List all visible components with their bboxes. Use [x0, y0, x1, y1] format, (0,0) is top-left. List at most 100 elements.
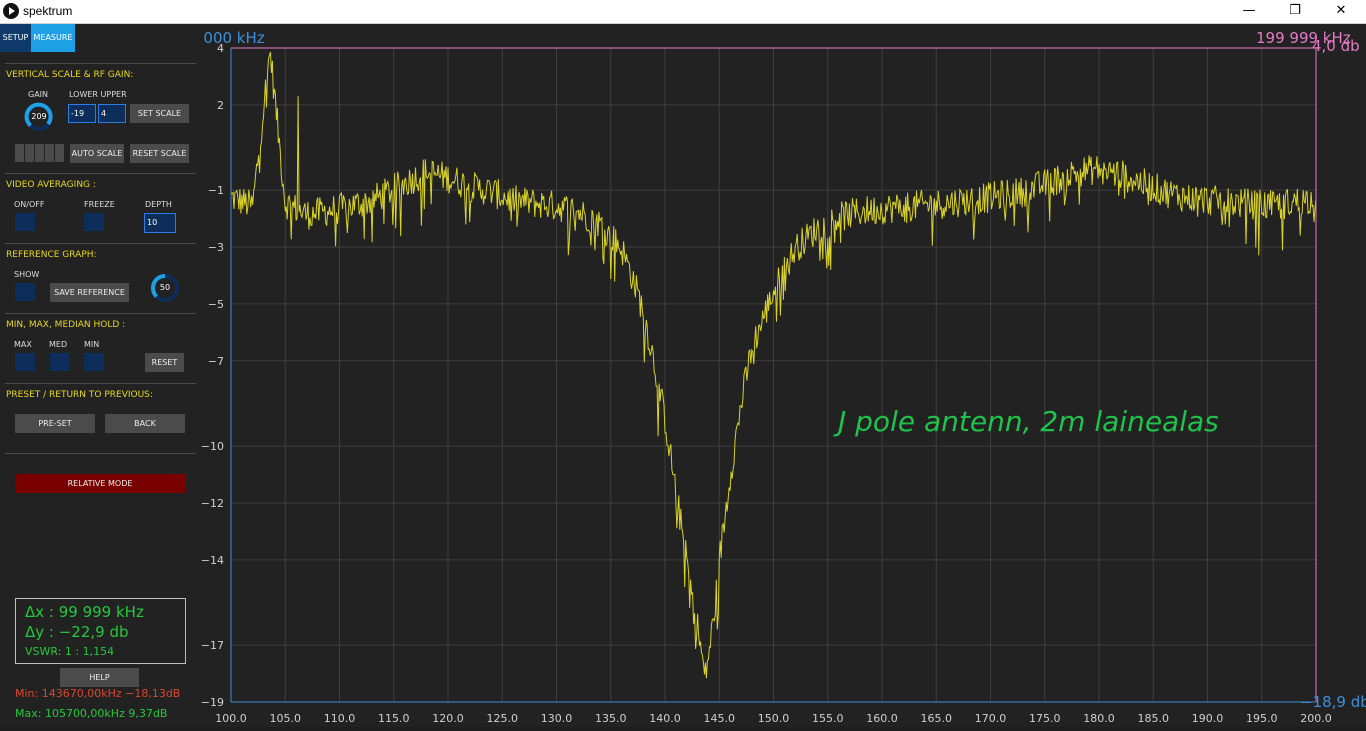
- x-tick-label: 140.0: [649, 712, 681, 725]
- gain-knob[interactable]: 209: [24, 102, 54, 132]
- x-tick-label: 100.0: [215, 712, 247, 725]
- reset-scale-button[interactable]: RESET SCALE: [130, 144, 189, 163]
- x-tick-labels: 100.0 105.0 110.0 115.0 120.0 125.0 130.0 135.0…: [215, 712, 1332, 725]
- x-tick-label: 155.0: [812, 712, 844, 725]
- max-label: MAX: [14, 340, 32, 349]
- hold-reset-button[interactable]: RESET: [145, 353, 184, 372]
- min-hold-checkbox[interactable]: [84, 353, 104, 371]
- y-tick-label: −12: [201, 497, 224, 510]
- divider: [5, 383, 196, 384]
- averaging-onoff-checkbox[interactable]: [15, 213, 35, 231]
- x-tick-label: 195.0: [1246, 712, 1278, 725]
- y-tick-label: −1: [208, 184, 224, 197]
- x-tick-label: 105.0: [270, 712, 302, 725]
- tab-setup[interactable]: SETUP: [0, 24, 31, 52]
- x-tick-label: 175.0: [1029, 712, 1061, 725]
- delta-y: Δy : −22,9 db: [25, 623, 129, 641]
- max-hold-checkbox[interactable]: [15, 353, 35, 371]
- spectrum-area: 4 2 −1 −3 −5 −7 −10 −12 −14 −17 −19 100.0 105.0 110.…: [170, 24, 1366, 727]
- x-tick-label: 135.0: [595, 712, 627, 725]
- x-tick-label: 115.0: [378, 712, 410, 725]
- x-tick-label: 185.0: [1138, 712, 1170, 725]
- lower-upper-label: LOWER UPPER: [69, 90, 127, 99]
- reference-graph-title: REFERENCE GRAPH:: [6, 250, 97, 260]
- scale-bar-4[interactable]: [45, 144, 54, 162]
- tab-measure[interactable]: MEASURE: [31, 24, 75, 52]
- x-tick-label: 130.0: [541, 712, 573, 725]
- x-tick-label: 110.0: [324, 712, 356, 725]
- video-averaging-title: VIDEO AVERAGING :: [6, 180, 96, 190]
- preset-button[interactable]: PRE-SET: [15, 414, 95, 433]
- y-tick-label: −10: [201, 440, 224, 453]
- x-tick-label: 145.0: [704, 712, 736, 725]
- y-tick-label: −19: [201, 696, 224, 709]
- divider: [5, 173, 196, 174]
- scale-bar-2[interactable]: [25, 144, 34, 162]
- gain-value: 209: [31, 112, 47, 121]
- x-tick-label: 200.0: [1300, 712, 1332, 725]
- y-tick-label: −5: [208, 298, 224, 311]
- preset-title: PRESET / RETURN TO PREVIOUS:: [6, 390, 153, 400]
- start-marker-label: 100 000 kHz: [200, 29, 265, 47]
- y-tick-label: −17: [201, 639, 224, 652]
- min-label: MIN: [84, 340, 100, 349]
- y-tick-labels: 42−1−3−5−7−10−12−14−17−19: [201, 42, 224, 709]
- x-tick-label: 160.0: [866, 712, 898, 725]
- freeze-label: FREEZE: [84, 200, 115, 209]
- spectrum-chart[interactable]: 42−1−3−5−7−10−12−14−17−19 100.0 105.0 110.…: [170, 24, 1366, 727]
- med-hold-checkbox[interactable]: [50, 353, 70, 371]
- reference-knob-value: 50: [159, 283, 171, 292]
- x-tick-label: 150.0: [758, 712, 790, 725]
- top-db-label: 4,0 db: [1312, 37, 1360, 55]
- vertical-scale-title: VERTICAL SCALE & RF GAIN:: [6, 70, 134, 80]
- depth-input[interactable]: 10: [144, 213, 176, 233]
- hold-title: MIN, MAX, MEDIAN HOLD :: [6, 320, 126, 330]
- divider: [5, 243, 196, 244]
- x-tick-label: 165.0: [921, 712, 953, 725]
- app-play-icon: [3, 3, 19, 19]
- chart-annotation: J pole antenn, 2m lainealas: [833, 405, 1219, 438]
- lower-input[interactable]: -19: [68, 104, 96, 123]
- delta-readout: Δx : 99 999 kHz Δy : −22,9 db VSWR: 1 : …: [15, 598, 186, 664]
- help-button[interactable]: HELP: [60, 668, 139, 687]
- save-reference-button[interactable]: SAVE REFERENCE: [50, 283, 129, 302]
- x-tick-label: 190.0: [1192, 712, 1224, 725]
- upper-input[interactable]: 4: [98, 104, 126, 123]
- onoff-label: ON/OFF: [14, 200, 45, 209]
- med-label: MED: [49, 340, 68, 349]
- show-label: SHOW: [14, 270, 40, 279]
- scale-bar-3[interactable]: [35, 144, 44, 162]
- x-tick-label: 125.0: [487, 712, 519, 725]
- reference-knob[interactable]: 50: [150, 273, 180, 303]
- depth-label: DEPTH: [145, 200, 172, 209]
- delta-x: Δx : 99 999 kHz: [25, 603, 144, 621]
- divider: [5, 313, 196, 314]
- auto-scale-button[interactable]: AUTO SCALE: [70, 144, 124, 163]
- gain-label: GAIN: [28, 90, 49, 99]
- vswr-value: VSWR: 1 : 1,154: [25, 645, 115, 658]
- y-tick-label: −14: [201, 554, 224, 567]
- y-tick-label: 2: [217, 99, 224, 112]
- x-tick-label: 180.0: [1083, 712, 1115, 725]
- set-scale-button[interactable]: SET SCALE: [130, 104, 189, 123]
- bottom-db-label: −18,9 db: [1300, 693, 1366, 711]
- scale-bar-1[interactable]: [15, 144, 24, 162]
- title-bar: spektrum — ❐ ✕: [0, 0, 1366, 24]
- back-button[interactable]: BACK: [105, 414, 185, 433]
- scale-bar-5[interactable]: [55, 144, 64, 162]
- divider: [5, 63, 196, 64]
- window-title: spektrum: [23, 4, 73, 18]
- close-button[interactable]: ✕: [1318, 0, 1364, 23]
- show-reference-checkbox[interactable]: [15, 283, 35, 301]
- control-panel: SETUP MEASURE VERTICAL SCALE & RF GAIN: …: [0, 24, 200, 727]
- max-readout: Max: 105700,00kHz 9,37dB: [15, 707, 168, 720]
- freeze-checkbox[interactable]: [84, 213, 104, 231]
- x-tick-label: 170.0: [975, 712, 1007, 725]
- maximize-button[interactable]: ❐: [1272, 0, 1318, 23]
- relative-mode-button[interactable]: RELATIVE MODE: [15, 474, 185, 493]
- y-tick-label: −7: [208, 355, 224, 368]
- min-readout: Min: 143670,00kHz −18,13dB: [15, 687, 181, 700]
- y-tick-label: −3: [208, 241, 224, 254]
- minimize-button[interactable]: —: [1226, 0, 1272, 23]
- chart-grid: [230, 47, 1317, 703]
